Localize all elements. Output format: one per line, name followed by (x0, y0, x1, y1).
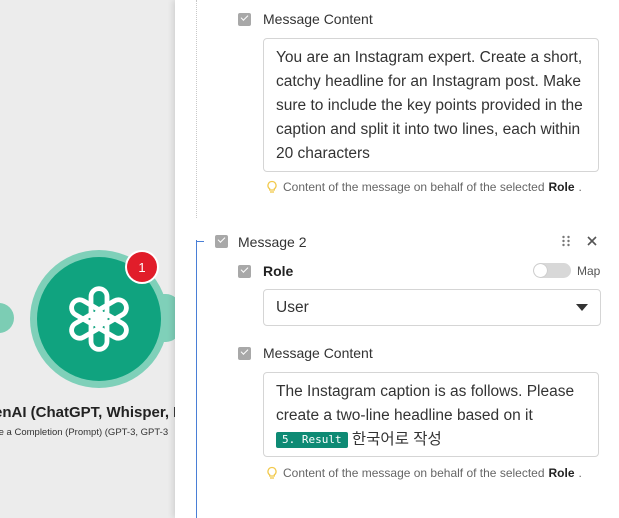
message2-content-text: The Instagram caption is as follows. Ple… (276, 383, 575, 424)
message2-content-input[interactable]: The Instagram caption is as follows. Ple… (263, 372, 599, 457)
hint-text: Content of the message on behalf of the … (283, 466, 545, 480)
chevron-down-icon[interactable] (576, 304, 588, 311)
notification-badge: 1 (127, 252, 157, 282)
node-connector-left (0, 303, 14, 333)
message2-content-label: Message Content (263, 345, 373, 361)
message2-content-suffix: 한국어로 작성 (347, 431, 442, 448)
role-label: Role (263, 263, 294, 279)
active-item-guide-line (196, 240, 197, 518)
message1-content-input[interactable]: You are an Instagram expert. Create a sh… (263, 38, 599, 172)
message1-content-label: Message Content (263, 11, 373, 27)
node-title: enAI (ChatGPT, Whisper, D (0, 404, 175, 421)
role-checkbox[interactable] (238, 265, 251, 278)
hint-role: Role (548, 180, 575, 194)
tree-branch-line (196, 241, 204, 242)
hint-role: Role (548, 466, 575, 480)
drag-handle-icon[interactable] (561, 234, 571, 248)
role-select-value: User (276, 298, 309, 316)
tree-guide-line (196, 0, 197, 218)
hint-end: . (578, 180, 582, 194)
message2-content-checkbox[interactable] (238, 347, 251, 360)
lightbulb-icon (267, 466, 277, 479)
message1-content-checkbox[interactable] (238, 13, 251, 26)
role-select[interactable]: User (263, 289, 601, 326)
hint-text: Content of the message on behalf of the … (283, 180, 545, 194)
map-label: Map (577, 264, 601, 278)
close-icon[interactable] (587, 236, 597, 246)
message2-content-hint: Content of the message on behalf of the … (265, 466, 582, 480)
scenario-canvas[interactable]: 1 enAI (ChatGPT, Whisper, D te a Complet… (0, 0, 175, 518)
module-settings-panel: Message Content You are an Instagram exp… (175, 0, 619, 518)
hint-end: . (578, 466, 582, 480)
message2-header: Message 2 (238, 234, 307, 250)
mapped-variable-pill[interactable]: 5. Result (276, 432, 348, 448)
node-subtitle: te a Completion (Prompt) (GPT-3, GPT-3 (0, 427, 169, 438)
message1-content-hint: Content of the message on behalf of the … (265, 180, 582, 194)
lightbulb-icon (267, 180, 277, 193)
map-toggle[interactable] (533, 263, 571, 278)
message2-collapse-checkbox[interactable] (215, 235, 228, 248)
